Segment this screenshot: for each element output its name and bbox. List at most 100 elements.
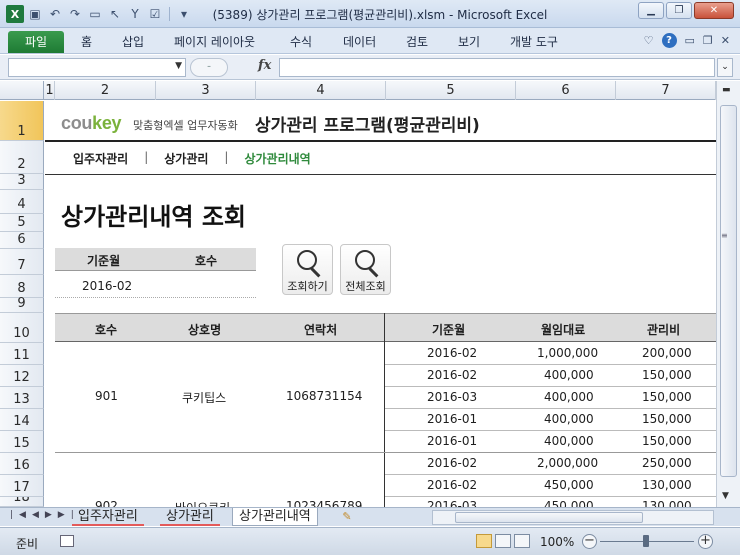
column-header[interactable]: 7 — [616, 81, 716, 100]
cell-rent[interactable]: 1,000,000 — [537, 346, 598, 360]
cell-month[interactable]: 2016-01 — [427, 412, 477, 426]
row-header[interactable]: 4 — [0, 190, 44, 214]
row-header[interactable]: 11 — [0, 343, 44, 365]
vertical-scroll-thumb[interactable] — [720, 105, 737, 477]
tab-home[interactable]: 홈 — [81, 31, 92, 53]
cell-unit[interactable]: 902 — [95, 499, 118, 507]
help-icon[interactable]: ? — [661, 33, 677, 48]
tab-insert[interactable]: 삽입 — [122, 31, 144, 53]
cell-fee[interactable]: 250,000 — [642, 456, 692, 470]
nav-store-management[interactable]: 상가관리 — [164, 150, 208, 167]
column-header[interactable]: 1 — [45, 81, 55, 100]
nav-tenant-management[interactable]: 입주자관리 — [73, 150, 128, 167]
workbook-restore-icon[interactable]: ❐ — [703, 34, 713, 47]
row-header[interactable]: 17 — [0, 475, 44, 497]
row-header[interactable]: 18 — [0, 497, 44, 507]
horizontal-scrollbar[interactable] — [432, 510, 714, 525]
row-header[interactable]: 14 — [0, 409, 44, 431]
horizontal-scroll-thumb[interactable] — [455, 512, 643, 523]
nav-store-history[interactable]: 상가관리내역 — [244, 150, 310, 167]
zoom-slider-knob[interactable] — [643, 535, 649, 547]
close-icon[interactable]: ✕ — [694, 2, 734, 19]
insert-sheet-icon[interactable]: ✎ — [336, 508, 358, 526]
macro-record-icon[interactable] — [60, 535, 74, 547]
filter-month-input[interactable]: 2016-02 — [82, 279, 132, 293]
cell-fee[interactable]: 150,000 — [642, 412, 692, 426]
row-header[interactable]: 12 — [0, 365, 44, 387]
cell-rent[interactable]: 450,000 — [544, 478, 594, 492]
vertical-scrollbar[interactable]: ▬ ≡ ▼ — [716, 81, 740, 507]
cell-fee[interactable]: 150,000 — [642, 390, 692, 404]
cell-fee[interactable]: 130,000 — [642, 478, 692, 492]
insert-function-icon[interactable]: fx — [258, 58, 271, 73]
row-header[interactable]: 10 — [0, 313, 44, 343]
cell-phone[interactable]: 1068731154 — [286, 389, 362, 403]
minimize-icon[interactable]: ▁ — [638, 2, 664, 19]
cell-shop-name[interactable]: 바이오쿠키 — [175, 499, 230, 507]
cell-month[interactable]: 2016-02 — [427, 456, 477, 470]
expand-formula-bar-icon[interactable]: ⌄ — [717, 58, 733, 77]
tab-file[interactable]: 파일 — [8, 31, 64, 53]
tab-formulas[interactable]: 수식 — [290, 31, 312, 53]
page-layout-view-icon[interactable] — [495, 534, 511, 548]
normal-view-icon[interactable] — [476, 534, 492, 548]
column-header[interactable]: 6 — [516, 81, 616, 100]
search-all-button[interactable]: 전체조회 — [340, 244, 391, 295]
cell-rent[interactable]: 2,000,000 — [537, 456, 598, 470]
name-box-dropdown-icon[interactable]: ▼ — [175, 61, 182, 71]
row-header[interactable]: 9 — [0, 296, 44, 313]
row-header[interactable]: 8 — [0, 275, 44, 298]
select-all-corner[interactable] — [0, 81, 44, 100]
column-header[interactable]: 3 — [156, 81, 256, 100]
workbook-close-icon[interactable]: ✕ — [721, 34, 730, 47]
row-header[interactable]: 3 — [0, 173, 44, 190]
split-box-icon[interactable]: ▬ — [722, 85, 731, 95]
ribbon-collapse-icon[interactable]: ♡ — [644, 34, 654, 47]
sheet-tab-store[interactable]: 상가관리 — [160, 508, 220, 526]
cell-rent[interactable]: 400,000 — [544, 368, 594, 382]
filter-unit-input[interactable] — [195, 279, 245, 293]
tab-page-layout[interactable]: 페이지 레이아웃 — [174, 31, 255, 53]
zoom-in-icon[interactable]: + — [698, 534, 713, 549]
cell-rent[interactable]: 400,000 — [544, 390, 594, 404]
restore-icon[interactable]: ❐ — [666, 2, 692, 19]
column-header[interactable]: 4 — [256, 81, 386, 100]
scroll-down-icon[interactable]: ▼ — [722, 491, 729, 501]
row-header[interactable]: 13 — [0, 387, 44, 409]
cell-phone[interactable]: 1023456789 — [286, 499, 362, 507]
row-header[interactable]: 5 — [0, 214, 44, 232]
cell-fee[interactable]: 130,000 — [642, 499, 692, 507]
column-header[interactable]: 2 — [55, 81, 156, 100]
sheet-tab-tenant[interactable]: 입주자관리 — [72, 508, 144, 526]
cell-fee[interactable]: 150,000 — [642, 434, 692, 448]
cell-fee[interactable]: 150,000 — [642, 368, 692, 382]
cell-rent[interactable]: 400,000 — [544, 412, 594, 426]
row-header[interactable]: 7 — [0, 249, 44, 275]
cell-month[interactable]: 2016-03 — [427, 390, 477, 404]
cell-shop-name[interactable]: 쿠키팁스 — [182, 389, 226, 406]
workbook-minimize-icon[interactable]: ▭ — [685, 34, 695, 47]
row-header[interactable]: 15 — [0, 431, 44, 453]
cell-month[interactable]: 2016-02 — [427, 368, 477, 382]
row-header[interactable]: 6 — [0, 232, 44, 249]
sheet-nav-arrows-icon[interactable]: |◀◀▶▶| — [10, 510, 80, 520]
tab-view[interactable]: 보기 — [458, 31, 480, 53]
cell-month[interactable]: 2016-02 — [427, 346, 477, 360]
name-box[interactable]: ▼ — [8, 58, 186, 77]
zoom-level[interactable]: 100% — [540, 535, 574, 549]
cell-unit[interactable]: 901 — [95, 389, 118, 403]
formula-input[interactable] — [279, 58, 715, 77]
zoom-out-icon[interactable]: − — [582, 534, 597, 549]
cell-month[interactable]: 2016-01 — [427, 434, 477, 448]
page-break-view-icon[interactable] — [514, 534, 530, 548]
row-header[interactable]: 16 — [0, 453, 44, 475]
tab-data[interactable]: 데이터 — [343, 31, 376, 53]
cell-month[interactable]: 2016-03 — [427, 499, 477, 507]
tab-developer[interactable]: 개발 도구 — [510, 31, 558, 53]
cell-rent[interactable]: 400,000 — [544, 434, 594, 448]
cell-month[interactable]: 2016-02 — [427, 478, 477, 492]
column-header[interactable]: 5 — [386, 81, 516, 100]
cell-fee[interactable]: 200,000 — [642, 346, 692, 360]
search-button[interactable]: 조회하기 — [282, 244, 333, 295]
cell-rent[interactable]: 450,000 — [544, 499, 594, 507]
